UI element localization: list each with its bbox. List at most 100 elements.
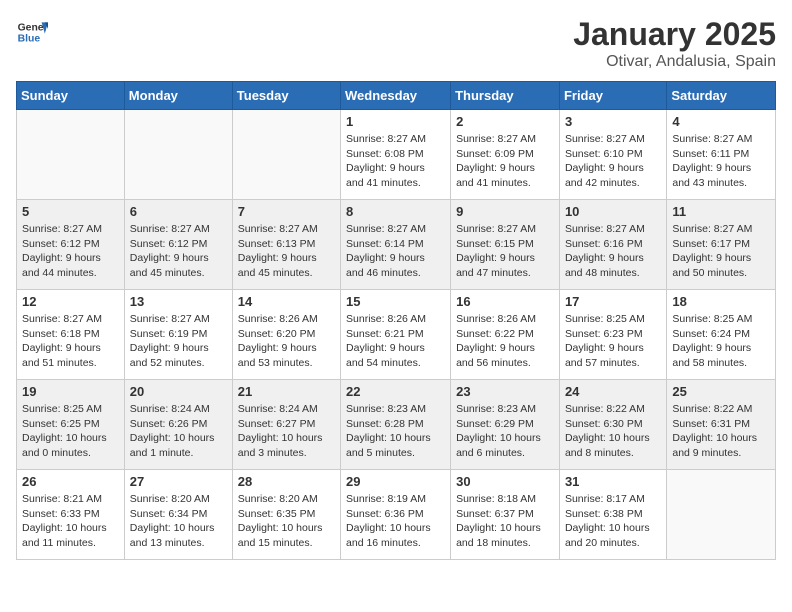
weekday-header: Saturday: [667, 82, 776, 110]
calendar-day-cell: 25 Sunrise: 8:22 AM Sunset: 6:31 PM Dayli…: [667, 380, 776, 470]
calendar-day-cell: 24 Sunrise: 8:22 AM Sunset: 6:30 PM Dayli…: [559, 380, 666, 470]
calendar-day-cell: [232, 110, 340, 200]
day-info: Sunrise: 8:27 AM Sunset: 6:19 PM Dayligh…: [130, 312, 227, 371]
day-info: Sunrise: 8:22 AM Sunset: 6:30 PM Dayligh…: [565, 402, 661, 461]
day-info: Sunrise: 8:19 AM Sunset: 6:36 PM Dayligh…: [346, 492, 445, 551]
day-info: Sunrise: 8:25 AM Sunset: 6:25 PM Dayligh…: [22, 402, 119, 461]
calendar-day-cell: 22 Sunrise: 8:23 AM Sunset: 6:28 PM Dayli…: [341, 380, 451, 470]
day-number: 23: [456, 384, 554, 399]
weekday-header-row: SundayMondayTuesdayWednesdayThursdayFrid…: [17, 82, 776, 110]
weekday-header: Tuesday: [232, 82, 340, 110]
calendar-table: SundayMondayTuesdayWednesdayThursdayFrid…: [16, 81, 776, 560]
logo-icon: General Blue: [16, 16, 48, 48]
calendar-day-cell: 12Sunrise: 8:27 AM Sunset: 6:18 PM Dayli…: [17, 290, 125, 380]
calendar-day-cell: 18 Sunrise: 8:25 AM Sunset: 6:24 PM Dayli…: [667, 290, 776, 380]
day-number: 25: [672, 384, 770, 399]
day-info: Sunrise: 8:23 AM Sunset: 6:28 PM Dayligh…: [346, 402, 445, 461]
calendar-day-cell: 11 Sunrise: 8:27 AM Sunset: 6:17 PM Dayli…: [667, 200, 776, 290]
day-info: Sunrise: 8:23 AM Sunset: 6:29 PM Dayligh…: [456, 402, 554, 461]
day-number: 7: [238, 204, 335, 219]
calendar-day-cell: 29Sunrise: 8:19 AM Sunset: 6:36 PM Dayli…: [341, 470, 451, 560]
day-info: Sunrise: 8:17 AM Sunset: 6:38 PM Dayligh…: [565, 492, 661, 551]
calendar-day-cell: 5Sunrise: 8:27 AM Sunset: 6:12 PM Daylig…: [17, 200, 125, 290]
day-info: Sunrise: 8:22 AM Sunset: 6:31 PM Dayligh…: [672, 402, 770, 461]
day-number: 13: [130, 294, 227, 309]
weekday-header: Friday: [559, 82, 666, 110]
calendar-week-row: 5Sunrise: 8:27 AM Sunset: 6:12 PM Daylig…: [17, 200, 776, 290]
calendar-day-cell: 16Sunrise: 8:26 AM Sunset: 6:22 PM Dayli…: [451, 290, 560, 380]
day-info: Sunrise: 8:27 AM Sunset: 6:17 PM Dayligh…: [672, 222, 770, 281]
day-number: 2: [456, 114, 554, 129]
page-header: General Blue January 2025 Otivar, Andalu…: [16, 16, 776, 71]
day-info: Sunrise: 8:27 AM Sunset: 6:15 PM Dayligh…: [456, 222, 554, 281]
day-info: Sunrise: 8:26 AM Sunset: 6:21 PM Dayligh…: [346, 312, 445, 371]
calendar-day-cell: 21Sunrise: 8:24 AM Sunset: 6:27 PM Dayli…: [232, 380, 340, 470]
svg-text:Blue: Blue: [18, 34, 41, 45]
calendar-day-cell: [667, 470, 776, 560]
calendar-day-cell: [124, 110, 232, 200]
day-number: 6: [130, 204, 227, 219]
day-number: 27: [130, 474, 227, 489]
day-info: Sunrise: 8:26 AM Sunset: 6:20 PM Dayligh…: [238, 312, 335, 371]
calendar-day-cell: 15Sunrise: 8:26 AM Sunset: 6:21 PM Dayli…: [341, 290, 451, 380]
day-info: Sunrise: 8:25 AM Sunset: 6:24 PM Dayligh…: [672, 312, 770, 371]
day-number: 20: [130, 384, 227, 399]
calendar-week-row: 12Sunrise: 8:27 AM Sunset: 6:18 PM Dayli…: [17, 290, 776, 380]
calendar-day-cell: 17 Sunrise: 8:25 AM Sunset: 6:23 PM Dayli…: [559, 290, 666, 380]
calendar-title: January 2025: [573, 16, 776, 53]
weekday-header: Sunday: [17, 82, 125, 110]
day-number: 10: [565, 204, 661, 219]
day-info: Sunrise: 8:27 AM Sunset: 6:14 PM Dayligh…: [346, 222, 445, 281]
day-number: 3: [565, 114, 661, 129]
day-number: 31: [565, 474, 661, 489]
calendar-day-cell: 30 Sunrise: 8:18 AM Sunset: 6:37 PM Dayli…: [451, 470, 560, 560]
day-number: 16: [456, 294, 554, 309]
day-info: Sunrise: 8:27 AM Sunset: 6:09 PM Dayligh…: [456, 132, 554, 191]
day-info: Sunrise: 8:18 AM Sunset: 6:37 PM Dayligh…: [456, 492, 554, 551]
calendar-week-row: 19 Sunrise: 8:25 AM Sunset: 6:25 PM Dayli…: [17, 380, 776, 470]
day-number: 14: [238, 294, 335, 309]
calendar-day-cell: 10 Sunrise: 8:27 AM Sunset: 6:16 PM Dayli…: [559, 200, 666, 290]
day-number: 1: [346, 114, 445, 129]
calendar-day-cell: 19 Sunrise: 8:25 AM Sunset: 6:25 PM Dayli…: [17, 380, 125, 470]
calendar-day-cell: 1Sunrise: 8:27 AM Sunset: 6:08 PM Daylig…: [341, 110, 451, 200]
calendar-day-cell: 14 Sunrise: 8:26 AM Sunset: 6:20 PM Dayli…: [232, 290, 340, 380]
calendar-day-cell: 26 Sunrise: 8:21 AM Sunset: 6:33 PM Dayli…: [17, 470, 125, 560]
day-number: 19: [22, 384, 119, 399]
title-area: January 2025 Otivar, Andalusia, Spain: [573, 16, 776, 71]
day-number: 26: [22, 474, 119, 489]
calendar-subtitle: Otivar, Andalusia, Spain: [573, 53, 776, 71]
calendar-day-cell: 3 Sunrise: 8:27 AM Sunset: 6:10 PM Daylig…: [559, 110, 666, 200]
day-number: 18: [672, 294, 770, 309]
calendar-day-cell: 9 Sunrise: 8:27 AM Sunset: 6:15 PM Daylig…: [451, 200, 560, 290]
day-info: Sunrise: 8:24 AM Sunset: 6:27 PM Dayligh…: [238, 402, 335, 461]
day-info: Sunrise: 8:25 AM Sunset: 6:23 PM Dayligh…: [565, 312, 661, 371]
calendar-day-cell: 28Sunrise: 8:20 AM Sunset: 6:35 PM Dayli…: [232, 470, 340, 560]
calendar-day-cell: 7Sunrise: 8:27 AM Sunset: 6:13 PM Daylig…: [232, 200, 340, 290]
calendar-day-cell: 31 Sunrise: 8:17 AM Sunset: 6:38 PM Dayli…: [559, 470, 666, 560]
calendar-week-row: 1Sunrise: 8:27 AM Sunset: 6:08 PM Daylig…: [17, 110, 776, 200]
day-number: 28: [238, 474, 335, 489]
day-number: 24: [565, 384, 661, 399]
calendar-day-cell: 23 Sunrise: 8:23 AM Sunset: 6:29 PM Dayli…: [451, 380, 560, 470]
day-info: Sunrise: 8:27 AM Sunset: 6:12 PM Dayligh…: [130, 222, 227, 281]
weekday-header: Thursday: [451, 82, 560, 110]
day-number: 17: [565, 294, 661, 309]
calendar-day-cell: [17, 110, 125, 200]
day-info: Sunrise: 8:27 AM Sunset: 6:10 PM Dayligh…: [565, 132, 661, 191]
day-info: Sunrise: 8:27 AM Sunset: 6:16 PM Dayligh…: [565, 222, 661, 281]
day-number: 9: [456, 204, 554, 219]
day-number: 11: [672, 204, 770, 219]
day-number: 22: [346, 384, 445, 399]
calendar-day-cell: 2 Sunrise: 8:27 AM Sunset: 6:09 PM Daylig…: [451, 110, 560, 200]
day-number: 30: [456, 474, 554, 489]
calendar-day-cell: 27Sunrise: 8:20 AM Sunset: 6:34 PM Dayli…: [124, 470, 232, 560]
calendar-day-cell: 4Sunrise: 8:27 AM Sunset: 6:11 PM Daylig…: [667, 110, 776, 200]
calendar-day-cell: 8 Sunrise: 8:27 AM Sunset: 6:14 PM Daylig…: [341, 200, 451, 290]
day-info: Sunrise: 8:21 AM Sunset: 6:33 PM Dayligh…: [22, 492, 119, 551]
day-number: 8: [346, 204, 445, 219]
day-info: Sunrise: 8:27 AM Sunset: 6:11 PM Dayligh…: [672, 132, 770, 191]
logo: General Blue: [16, 16, 48, 48]
weekday-header: Monday: [124, 82, 232, 110]
calendar-day-cell: 6 Sunrise: 8:27 AM Sunset: 6:12 PM Daylig…: [124, 200, 232, 290]
